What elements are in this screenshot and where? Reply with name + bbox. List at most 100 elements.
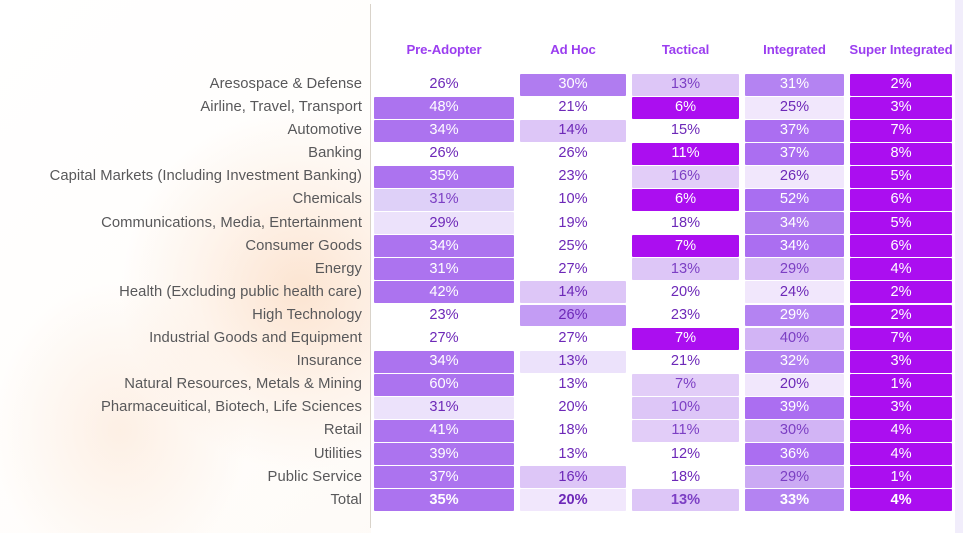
cell-value: 42% (429, 283, 459, 300)
row-label: Consumer Goods (245, 237, 362, 254)
heatmap-cell: 1% (847, 466, 955, 489)
heatmap-cell: 26% (517, 304, 629, 327)
column-header-ad-hoc[interactable]: Ad Hoc (517, 42, 629, 57)
heatmap-cell: 20% (742, 373, 847, 396)
cell-value: 30% (558, 76, 588, 92)
cell-value: 1% (890, 468, 912, 485)
heatmap-cell: 13% (629, 489, 742, 512)
heatmap-cell: 21% (629, 350, 742, 373)
heatmap-cell: 41% (371, 419, 517, 442)
cell-value: 6% (674, 99, 697, 116)
cell-value: 27% (558, 330, 588, 347)
heatmap-cell: 7% (847, 119, 955, 142)
cell-value: 6% (890, 237, 912, 254)
heatmap-table-figure: Aresospace & Defense Airline, Travel, Tra… (0, 0, 963, 533)
cell-value: 19% (558, 214, 588, 231)
cell-value: 31% (429, 260, 459, 277)
table-header-row: Pre-Adopter Ad Hoc Tactical Integrated Super… (371, 42, 955, 57)
table-row: 26% 26% 11% 37% 8% (371, 142, 955, 165)
right-edge-strip (955, 0, 963, 533)
cell-value: 12% (670, 445, 701, 462)
cell-value: 35% (429, 491, 459, 508)
heatmap-cell: 6% (847, 188, 955, 211)
cell-value: 13% (670, 260, 701, 277)
row-label: Capital Markets (Including Investment Ba… (49, 168, 362, 185)
heatmap-cell: 4% (847, 419, 955, 442)
cell-value: 20% (558, 399, 588, 416)
heatmap-cell: 31% (371, 396, 517, 419)
heatmap-cell: 32% (742, 350, 847, 373)
heatmap-cell: 12% (629, 443, 742, 466)
heatmap-cell: 34% (371, 235, 517, 258)
cell-value: 52% (779, 191, 810, 208)
heatmap-cell: 34% (742, 212, 847, 235)
cell-value: 4% (890, 491, 912, 508)
cell-value: 16% (670, 168, 701, 185)
cell-value: 34% (429, 237, 459, 254)
heatmap-cell: 18% (517, 419, 629, 442)
table-row: 39% 13% 12% 36% 4% (371, 443, 955, 466)
column-header-tactical[interactable]: Tactical (629, 42, 742, 57)
row-label-total: Total (330, 491, 362, 508)
cell-value: 20% (779, 376, 810, 393)
cell-value: 27% (558, 260, 588, 277)
cell-value: 21% (670, 353, 701, 370)
cell-value: 29% (779, 468, 810, 485)
cell-value: 29% (779, 306, 810, 323)
cell-value: 26% (558, 306, 588, 323)
cell-value: 13% (558, 445, 588, 462)
column-header-super-integrated[interactable]: Super Integrated (847, 42, 955, 57)
cell-value: 3% (890, 353, 912, 370)
heatmap-cell: 34% (742, 235, 847, 258)
row-label: Natural Resources, Metals & Mining (124, 376, 362, 393)
table-row: 31% 20% 10% 39% 3% (371, 396, 955, 419)
cell-value: 6% (674, 191, 697, 208)
heatmap-cell: 27% (517, 327, 629, 350)
table-row-total: 35% 20% 13% 33% 4% (371, 489, 955, 512)
heatmap-cell: 18% (629, 466, 742, 489)
cell-value: 18% (670, 468, 701, 485)
heatmap-cell: 20% (629, 281, 742, 304)
heatmap-cell: 37% (371, 466, 517, 489)
heatmap-cell: 26% (742, 165, 847, 188)
cell-value: 30% (779, 422, 810, 439)
row-label: Utilities (313, 445, 362, 462)
heatmap-cell: 23% (629, 304, 742, 327)
row-label: Airline, Travel, Transport (200, 99, 362, 116)
cell-value: 7% (890, 122, 912, 139)
heatmap-cell: 37% (742, 142, 847, 165)
row-label: Insurance (296, 353, 362, 370)
heatmap-cell: 20% (517, 489, 629, 512)
heatmap-cell: 13% (517, 350, 629, 373)
row-label: Automotive (287, 122, 362, 139)
row-label: Health (Excluding public health care) (119, 283, 362, 300)
cell-value: 7% (674, 330, 697, 347)
cell-value: 4% (890, 260, 912, 277)
heatmap-cell: 26% (371, 73, 517, 96)
cell-value: 2% (890, 306, 912, 323)
cell-value: 32% (779, 353, 810, 370)
heatmap-cell: 25% (517, 235, 629, 258)
row-label: High Technology (252, 306, 362, 323)
cell-value: 2% (890, 283, 912, 300)
cell-value: 4% (890, 445, 912, 462)
heatmap-cell: 5% (847, 165, 955, 188)
table-row: 35% 23% 16% 26% 5% (371, 165, 955, 188)
column-header-integrated[interactable]: Integrated (742, 42, 847, 57)
heatmap-cell: 8% (847, 142, 955, 165)
heatmap-cell: 34% (371, 350, 517, 373)
cell-value: 13% (558, 376, 588, 393)
heatmap-cell: 39% (742, 396, 847, 419)
heatmap-cell: 35% (371, 165, 517, 188)
cell-value: 34% (429, 353, 459, 370)
heatmap-cell: 26% (517, 142, 629, 165)
table-row: 34% 13% 21% 32% 3% (371, 350, 955, 373)
data-table: Pre-Adopter Ad Hoc Tactical Integrated Super… (371, 0, 955, 533)
cell-value: 13% (558, 353, 588, 370)
cell-value: 33% (779, 491, 810, 508)
heatmap-cell: 5% (847, 212, 955, 235)
cell-value: 18% (558, 422, 588, 439)
heatmap-cell: 3% (847, 396, 955, 419)
cell-value: 23% (429, 306, 459, 323)
column-header-pre-adopter[interactable]: Pre-Adopter (371, 42, 517, 57)
